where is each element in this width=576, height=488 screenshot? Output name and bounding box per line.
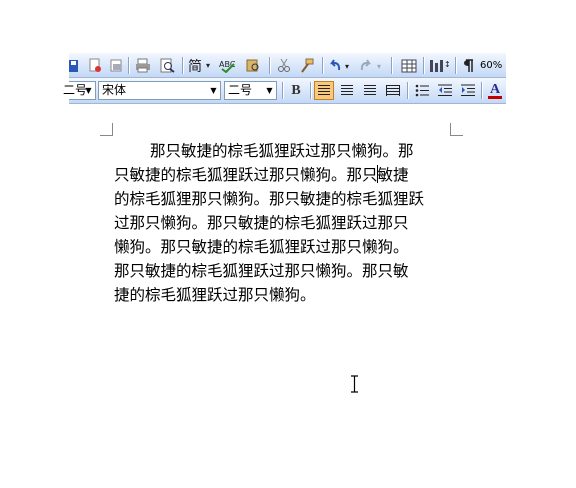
toolbar-separator <box>322 57 324 74</box>
increase-indent-icon <box>461 84 475 96</box>
toolbar-separator <box>310 82 312 99</box>
justify-icon <box>386 85 400 96</box>
redo-icon[interactable]: ▾ <box>359 56 387 75</box>
spelling-icon[interactable]: 简 ▾ <box>188 56 214 75</box>
increase-indent-button[interactable] <box>458 81 478 100</box>
document-line[interactable]: 那只敏捷的棕毛狐狸跃过那只懒狗。那只敏 <box>114 261 450 281</box>
toolbar-separator <box>423 57 425 74</box>
svg-text:↕: ↕ <box>444 60 449 69</box>
standard-toolbar: 简 ▾ ABC ▾ ▾ ↕ 60% <box>69 53 506 78</box>
toolbar-separator <box>282 82 284 99</box>
font-color-bar <box>488 95 502 99</box>
align-left-icon <box>318 85 330 96</box>
document-line[interactable]: 那只敏捷的棕毛狐狸跃过那只懒狗。那 <box>114 141 450 161</box>
research-book-icon[interactable] <box>243 56 263 75</box>
font-size-value: 二号 <box>228 83 253 97</box>
style-combo[interactable]: 二号 ▼ <box>63 81 96 100</box>
chevron-down-icon[interactable]: ▼ <box>83 83 94 98</box>
align-right-icon <box>364 85 376 96</box>
zoom-value[interactable]: 60% <box>480 56 506 75</box>
document-line[interactable]: 懒狗。那只敏捷的棕毛狐狸跃过那只懒狗。 <box>114 237 450 257</box>
chevron-down-icon[interactable]: ▼ <box>264 83 275 98</box>
toolbar-separator <box>455 57 457 74</box>
columns-icon[interactable]: ↕ <box>428 56 450 75</box>
bold-button[interactable]: B <box>286 81 306 100</box>
align-left-button[interactable] <box>314 81 334 100</box>
research-icon[interactable]: ABC <box>218 56 238 75</box>
document-line[interactable]: 过那只懒狗。那只敏捷的棕毛狐狸跃过那只 <box>114 213 450 233</box>
format-painter-icon[interactable] <box>297 56 317 75</box>
page-corner-mark-left <box>100 123 113 136</box>
undo-icon[interactable]: ▾ <box>327 56 355 75</box>
align-center-button[interactable] <box>337 81 357 100</box>
align-right-button[interactable] <box>360 81 380 100</box>
svg-text:▾: ▾ <box>206 61 210 70</box>
chevron-down-icon[interactable]: ▼ <box>208 83 219 98</box>
toolbar-separator <box>407 82 409 99</box>
justify-button[interactable] <box>383 81 403 100</box>
bullets-icon <box>415 84 429 97</box>
svg-text:简: 简 <box>188 58 202 73</box>
document-line[interactable]: 只敏捷的棕毛狐狸跃过那只懒狗。那只敏捷 <box>114 165 450 185</box>
font-color-letter: A <box>489 81 501 97</box>
permission-icon[interactable] <box>86 56 104 75</box>
decrease-indent-button[interactable] <box>435 81 455 100</box>
document-line[interactable]: 捷的棕毛狐狸跃过那只懒狗。 <box>114 285 450 305</box>
font-color-button[interactable]: A <box>486 81 504 100</box>
cut-icon[interactable] <box>274 56 294 75</box>
svg-text:▾: ▾ <box>345 62 349 71</box>
save-icon[interactable] <box>69 56 79 75</box>
toolbar-separator <box>391 57 393 74</box>
ibeam-cursor-icon <box>351 375 358 393</box>
font-name-value: 宋体 <box>102 83 127 97</box>
formatting-toolbar: 二号 ▼ 宋体 ▼ 二号 ▼ B A <box>63 78 506 104</box>
page-corner-mark-right <box>450 123 463 136</box>
toolbar-separator <box>182 57 184 74</box>
toolbar-separator <box>481 82 483 99</box>
show-formatting-icon[interactable] <box>460 56 478 75</box>
text-caret <box>377 165 378 183</box>
print-icon[interactable] <box>133 56 153 75</box>
toolbar-separator <box>269 57 271 74</box>
svg-text:▾: ▾ <box>377 62 381 71</box>
bullets-button[interactable] <box>412 81 432 100</box>
print-area-icon[interactable] <box>107 56 125 75</box>
font-name-combo[interactable]: 宋体 ▼ <box>98 81 221 100</box>
align-center-icon <box>341 85 353 96</box>
document-line[interactable]: 的棕毛狐狸那只懒狗。那只敏捷的棕毛狐狸跃 <box>114 189 450 209</box>
print-preview-icon[interactable] <box>157 56 177 75</box>
font-size-combo[interactable]: 二号 ▼ <box>224 81 277 100</box>
toolbar-separator <box>128 57 130 74</box>
table-icon[interactable] <box>399 56 419 75</box>
decrease-indent-icon <box>438 84 452 96</box>
